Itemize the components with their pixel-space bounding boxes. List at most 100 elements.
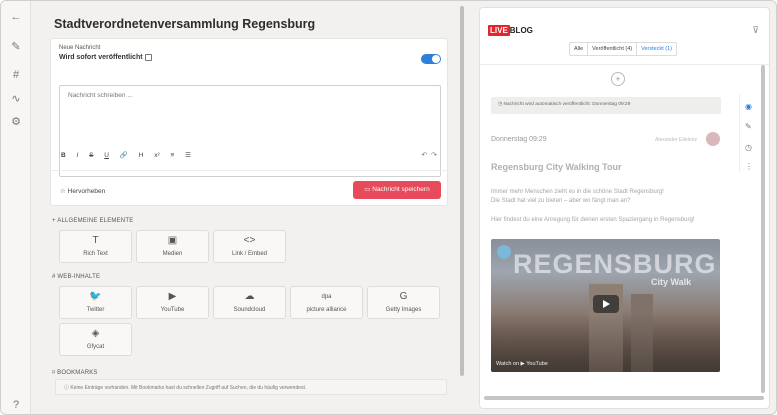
highlight-label: Hervorheben bbox=[67, 188, 106, 195]
section-web-content: # WEB-INHALTE bbox=[52, 274, 101, 280]
tile-youtube[interactable]: ▶ YouTube bbox=[136, 286, 209, 319]
bookmarks-empty-box: ⓘ Keine Einträge vorhanden. Mit Bookmark… bbox=[55, 379, 447, 395]
tile-soundcloud[interactable]: ☁ Soundcloud bbox=[213, 286, 286, 319]
bullet-list-icon[interactable]: ☰ bbox=[185, 151, 191, 159]
video-embed[interactable]: REGENSBURG City Walk Watch on ▶ YouTube bbox=[491, 239, 720, 372]
play-icon[interactable] bbox=[593, 295, 619, 313]
settings-icon[interactable]: ⚙ bbox=[8, 114, 24, 130]
tile-label: Gfycat bbox=[86, 344, 105, 350]
tab-hidden[interactable]: Versteckt (1) bbox=[637, 43, 676, 55]
superscript-button[interactable]: x² bbox=[154, 152, 159, 159]
bookmarks-label: BOOKMARKS bbox=[57, 370, 98, 376]
tile-getty-images[interactable]: G Getty Images bbox=[367, 286, 440, 319]
message-composer: Neue Nachricht Wird sofort veröffentlich… bbox=[50, 38, 448, 206]
clock-icon: ◷ bbox=[498, 102, 503, 107]
activity-icon[interactable]: ∿ bbox=[8, 91, 24, 107]
post-paragraph: Hier findest du eine Anregung für deinen… bbox=[491, 217, 695, 223]
post-actions: ◉ ✎ ◷ ⋮ bbox=[739, 94, 759, 172]
page-title: Stadtverordnetenversammlung Regensburg bbox=[54, 17, 316, 31]
link-icon[interactable]: 🔗 bbox=[120, 151, 128, 159]
tile-label: Medien bbox=[162, 251, 183, 257]
info-icon: ⓘ bbox=[64, 385, 70, 391]
video-title: REGENSBURG bbox=[513, 249, 717, 279]
new-message-label: Neue Nachricht bbox=[59, 45, 101, 51]
calendar-icon[interactable] bbox=[145, 54, 152, 61]
highlight-button[interactable]: ☆ Hervorheben bbox=[60, 187, 105, 195]
post-timestamp: Donnerstag 09:29 bbox=[491, 136, 547, 143]
youtube-icon: ▶ bbox=[168, 291, 177, 302]
text-icon: T bbox=[92, 235, 99, 246]
tile-label: YouTube bbox=[160, 307, 185, 313]
star-icon: ☆ bbox=[60, 188, 66, 195]
bold-button[interactable]: B bbox=[61, 152, 66, 159]
help-icon[interactable]: ? bbox=[8, 397, 24, 413]
edit-post-icon[interactable]: ✎ bbox=[745, 122, 752, 131]
avatar bbox=[706, 132, 720, 146]
ordered-list-icon[interactable]: ≡ bbox=[170, 152, 174, 159]
tile-label: Twitter bbox=[86, 307, 105, 313]
tab-published[interactable]: Veröffentlicht (4) bbox=[588, 43, 638, 55]
editor-scrollbar[interactable] bbox=[460, 6, 464, 376]
back-arrow-icon[interactable]: ← bbox=[8, 9, 24, 25]
picture-alliance-icon: dpa bbox=[321, 294, 332, 300]
preview-horizontal-scrollbar[interactable] bbox=[484, 396, 764, 400]
hash-icon[interactable]: # bbox=[8, 67, 24, 83]
tile-link-embed[interactable]: <> Link / Embed bbox=[213, 230, 286, 263]
youtube-watch-link[interactable]: Watch on ▶ YouTube bbox=[496, 361, 548, 367]
section-bookmarks: ⌑ BOOKMARKS bbox=[52, 369, 98, 376]
auto-publish-notice: ◷ Nachricht wird automatisch veröffentli… bbox=[491, 97, 721, 114]
undo-redo: ↶ ↷ bbox=[421, 151, 437, 159]
liveblog-preview: LIVE BLOG ⊽ Alle Veröffentlicht (4) Verst… bbox=[479, 7, 770, 409]
post-author: Alexander Edelenz bbox=[655, 137, 697, 143]
redo-icon[interactable]: ↷ bbox=[431, 152, 437, 159]
gfycat-icon: ◈ bbox=[91, 328, 100, 339]
twitter-icon: 🐦 bbox=[89, 291, 102, 302]
tile-gfycat[interactable]: ◈ Gfycat bbox=[59, 323, 132, 356]
post-paragraph: Immer mehr Menschen zieht es in die schö… bbox=[491, 189, 664, 204]
tab-all[interactable]: Alle bbox=[570, 43, 589, 55]
save-message-button[interactable]: ▭ Nachricht speichern bbox=[353, 181, 441, 199]
publish-toggle[interactable] bbox=[421, 54, 441, 64]
preview-scrollbar[interactable] bbox=[761, 65, 765, 393]
bookmarks-empty-text: ⓘ Keine Einträge vorhanden. Mit Bookmark… bbox=[64, 385, 307, 391]
italic-button[interactable]: I bbox=[77, 152, 79, 159]
undo-icon[interactable]: ↶ bbox=[421, 152, 427, 159]
app-window: ← ✎ # ∿ ⚙ ? Stadtverordnetenversammlung … bbox=[0, 0, 777, 415]
image-icon: ▣ bbox=[167, 235, 178, 246]
editor-panel: Stadtverordnetenversammlung Regensburg N… bbox=[32, 1, 456, 414]
schedule-icon[interactable]: ◷ bbox=[745, 143, 752, 152]
bookmark-icon: ⌑ bbox=[52, 370, 56, 376]
filter-off-icon[interactable]: ⊽ bbox=[752, 25, 759, 36]
message-input[interactable]: Nachricht schreiben ... bbox=[59, 85, 441, 177]
post-title: Regensburg City Walking Tour bbox=[491, 162, 622, 172]
underline-button[interactable]: U bbox=[104, 152, 109, 159]
heading-button[interactable]: H bbox=[139, 152, 144, 159]
divider bbox=[51, 170, 447, 171]
tile-rich-text[interactable]: T Rich Text bbox=[59, 230, 132, 263]
getty-icon: G bbox=[399, 291, 408, 302]
soundcloud-icon: ☁ bbox=[244, 291, 255, 302]
tile-picture-alliance[interactable]: dpa picture alliance bbox=[290, 286, 363, 319]
video-subtitle: City Walk bbox=[651, 277, 692, 287]
tile-label: Rich Text bbox=[83, 251, 108, 257]
tile-twitter[interactable]: 🐦 Twitter bbox=[59, 286, 132, 319]
eye-icon[interactable]: ◉ bbox=[745, 102, 752, 111]
channel-avatar bbox=[497, 245, 511, 259]
tile-label: Soundcloud bbox=[233, 307, 266, 313]
left-rail: ← ✎ # ∿ ⚙ ? bbox=[1, 1, 31, 414]
strike-button[interactable]: S bbox=[89, 152, 93, 159]
save-label: Nachricht speichern bbox=[372, 186, 430, 193]
tile-label: Getty Images bbox=[385, 307, 422, 313]
divider bbox=[480, 64, 769, 65]
liveblog-logo: LIVE BLOG bbox=[488, 25, 533, 36]
format-toolbar: B I S U 🔗 H x² ≡ ☰ bbox=[61, 151, 200, 159]
edit-icon[interactable]: ✎ bbox=[8, 39, 24, 55]
message-placeholder: Nachricht schreiben ... bbox=[68, 92, 133, 99]
post-filter-tabs: Alle Veröffentlicht (4) Versteckt (1) bbox=[569, 42, 677, 56]
publish-mode-label: Wird sofort veröffentlicht bbox=[59, 54, 143, 61]
add-post-button[interactable]: + bbox=[611, 72, 625, 86]
section-general-elements: + ALLGEMEINE ELEMENTE bbox=[52, 218, 134, 224]
tile-media[interactable]: ▣ Medien bbox=[136, 230, 209, 263]
message-icon: ▭ bbox=[364, 186, 371, 193]
more-icon[interactable]: ⋮ bbox=[745, 162, 753, 171]
